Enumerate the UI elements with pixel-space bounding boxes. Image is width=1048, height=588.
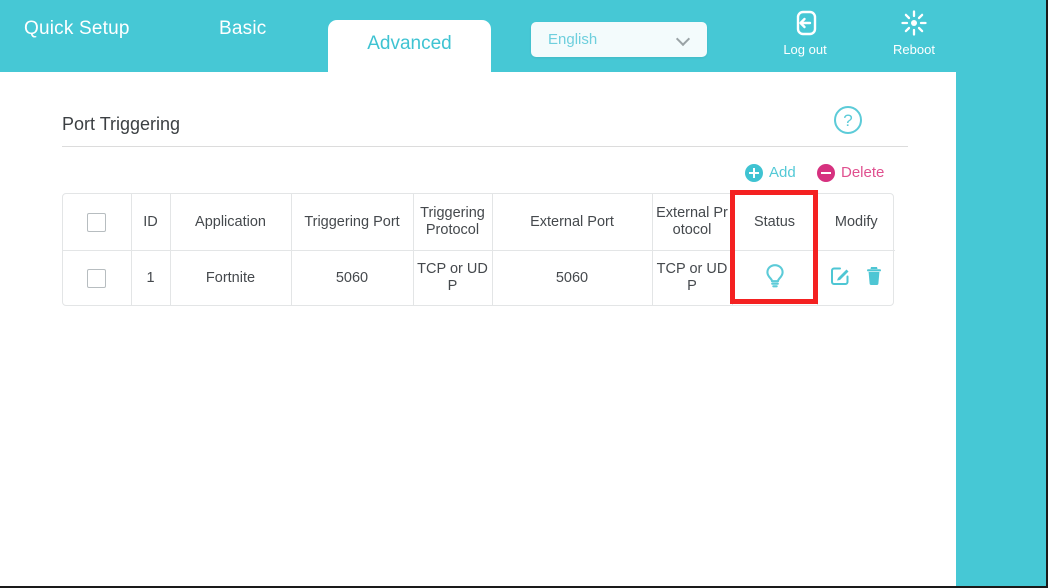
row-status-cell bbox=[731, 250, 818, 305]
row-checkbox[interactable] bbox=[87, 268, 107, 288]
select-all-checkbox[interactable] bbox=[87, 212, 107, 232]
language-select[interactable]: English bbox=[531, 22, 707, 57]
table-header-status: Status bbox=[731, 194, 818, 251]
minus-circle-icon bbox=[817, 164, 835, 182]
table-header-external-protocol: External Protocol bbox=[651, 194, 733, 251]
delete-icon[interactable] bbox=[865, 265, 883, 291]
logout-label: Log out bbox=[783, 42, 827, 57]
table-header-external-port: External Port bbox=[491, 194, 653, 251]
row-modify-cell bbox=[816, 250, 895, 305]
table-header-id: ID bbox=[130, 194, 171, 251]
delete-label: Delete bbox=[841, 164, 885, 181]
logout-button[interactable]: Log out bbox=[767, 8, 843, 57]
row-external-port: 5060 bbox=[491, 250, 653, 305]
port-triggering-table: ID Application Triggering Port Triggerin… bbox=[62, 193, 895, 306]
tab-quick-setup-label: Quick Setup bbox=[24, 18, 130, 39]
table-header-triggering-port: Triggering Port bbox=[290, 194, 414, 251]
row-select-cell bbox=[63, 250, 132, 305]
table-row: 1 Fortnite 5060 TCP or UDP 5060 TCP or U… bbox=[63, 250, 895, 305]
title-divider bbox=[62, 146, 908, 147]
table-header-modify: Modify bbox=[816, 194, 895, 251]
table-header-select-all bbox=[63, 194, 132, 251]
row-external-protocol: TCP or UDP bbox=[651, 250, 733, 305]
tab-quick-setup[interactable]: Quick Setup bbox=[24, 18, 130, 40]
row-id: 1 bbox=[130, 250, 171, 305]
reboot-icon bbox=[876, 8, 952, 40]
table-header-triggering-protocol: Triggering Protocol bbox=[412, 194, 493, 251]
chevron-down-icon bbox=[678, 34, 690, 46]
language-select-value: English bbox=[548, 31, 598, 48]
lightbulb-icon[interactable] bbox=[763, 262, 787, 295]
tab-basic-label: Basic bbox=[219, 18, 267, 39]
reboot-label: Reboot bbox=[893, 42, 935, 57]
add-label: Add bbox=[769, 164, 796, 181]
logout-icon bbox=[767, 8, 843, 40]
top-navigation-bar: Quick Setup Basic Advanced English Log o… bbox=[0, 0, 1046, 72]
row-application: Fortnite bbox=[169, 250, 292, 305]
table-header-row: ID Application Triggering Port Triggerin… bbox=[63, 194, 895, 251]
page-title: Port Triggering bbox=[62, 114, 181, 134]
reboot-button[interactable]: Reboot bbox=[876, 8, 952, 57]
row-triggering-port: 5060 bbox=[290, 250, 414, 305]
edit-icon[interactable] bbox=[830, 265, 851, 291]
router-admin-page: Quick Setup Basic Advanced English Log o… bbox=[0, 0, 1048, 588]
table-header-application: Application bbox=[169, 194, 292, 251]
svg-text:?: ? bbox=[843, 111, 852, 130]
row-triggering-protocol: TCP or UDP bbox=[412, 250, 493, 305]
tab-advanced-label: Advanced bbox=[367, 33, 452, 54]
tab-advanced[interactable]: Advanced bbox=[328, 20, 491, 72]
plus-circle-icon bbox=[745, 164, 763, 182]
tab-basic[interactable]: Basic bbox=[219, 18, 266, 40]
content-panel: Port Triggering ? Add Delete ID Applicat… bbox=[0, 72, 956, 586]
help-circle-icon[interactable]: ? bbox=[832, 104, 864, 136]
